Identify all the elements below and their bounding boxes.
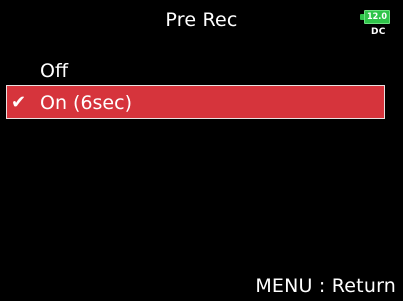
checkmark-icon: ✔: [11, 92, 27, 113]
menu-item-label: On (6sec): [40, 92, 132, 114]
menu-item-off[interactable]: Off: [0, 54, 403, 88]
power-source-label: DC: [371, 27, 386, 37]
device-screen: Pre Rec 12.0 DC Off ✔ On (6sec) MENU : R…: [0, 0, 403, 301]
battery-indicator: 12.0 DC: [360, 8, 396, 44]
menu-item-label: Off: [40, 60, 69, 82]
battery-voltage: 12.0: [364, 10, 390, 24]
page-title: Pre Rec: [165, 9, 238, 31]
menu-item-on-6sec[interactable]: ✔ On (6sec): [6, 85, 385, 119]
menu-return-hint: MENU : Return: [255, 275, 396, 297]
